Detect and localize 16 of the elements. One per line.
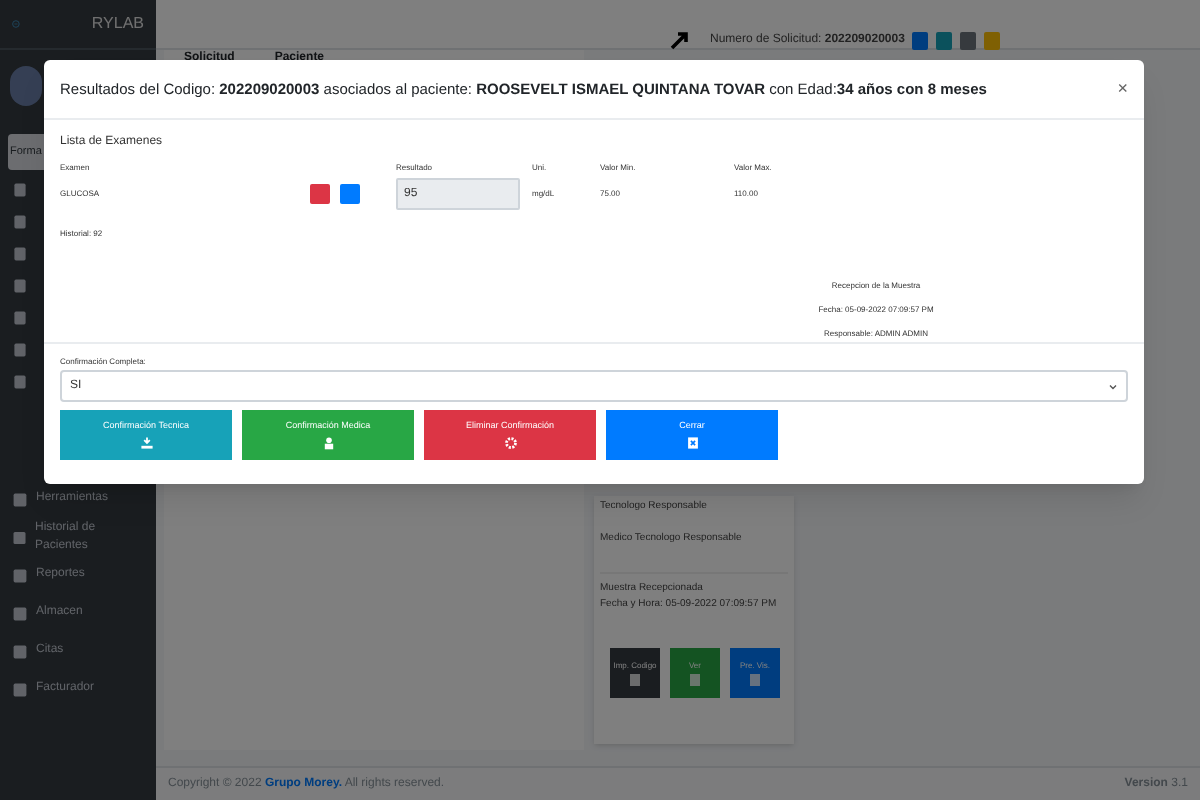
chevron-icon [1108,381,1118,391]
menu-icon [12,529,28,546]
menu-icon [12,491,28,508]
brand-name: RYLAB [91,12,144,36]
info-button[interactable] [340,184,360,204]
menu-icon [12,567,28,584]
close-icon [685,436,699,451]
avatar [10,66,42,106]
menu-icon [12,605,28,622]
menu-icon [12,681,28,698]
download-icon [139,436,153,451]
doctor-icon [321,436,335,451]
arrow-icon [670,30,690,50]
menu-icon [12,643,28,660]
close-button[interactable]: × [1117,75,1128,103]
edit-button[interactable] [310,184,330,204]
